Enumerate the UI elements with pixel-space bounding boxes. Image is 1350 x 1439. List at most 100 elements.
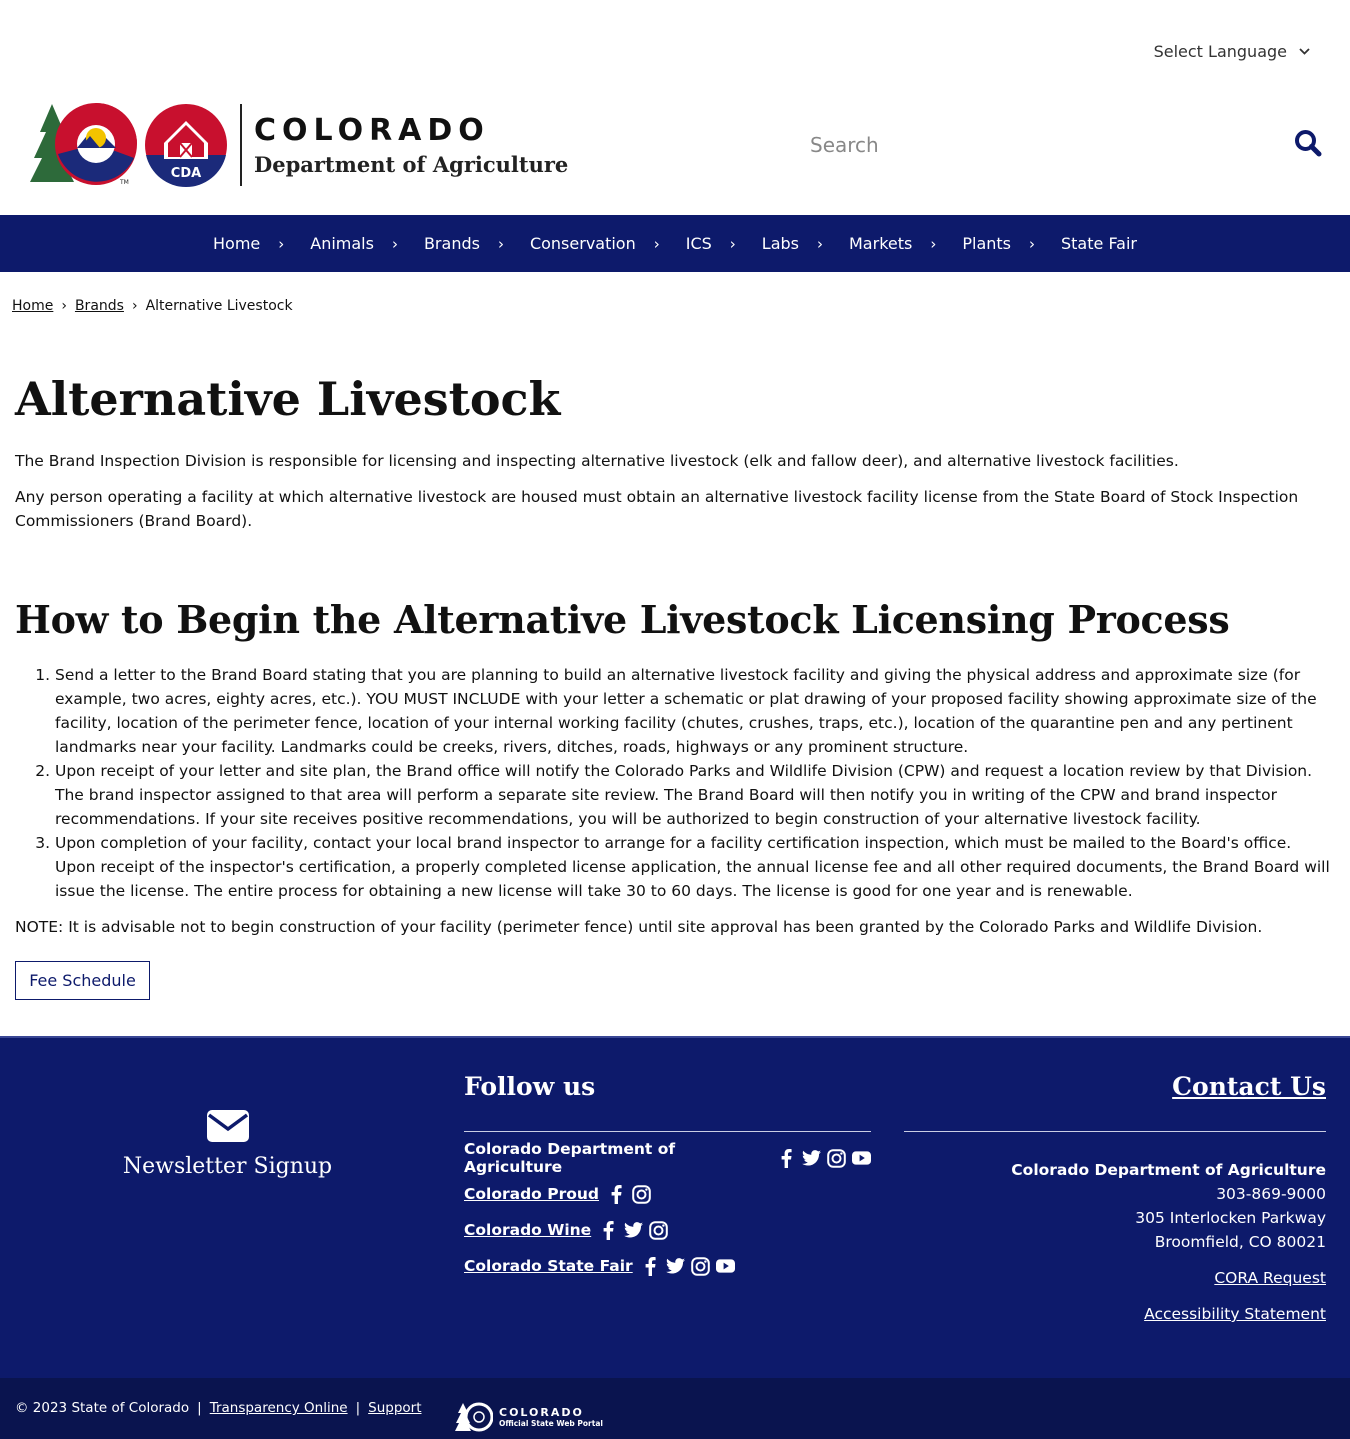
steps-list: Send a letter to the Brand Board stating…	[15, 663, 1335, 903]
list-item: Upon receipt of your letter and site pla…	[55, 759, 1335, 831]
chevron-right-icon: ›	[1029, 234, 1035, 253]
page-title-block: Alternative Livestock	[15, 372, 1335, 426]
nav-item-ics[interactable]: ICS ›	[673, 234, 749, 253]
separator: |	[197, 1400, 202, 1416]
newsletter-label: Newsletter Signup	[122, 1154, 333, 1179]
portal-title: COLORADO	[499, 1406, 584, 1419]
divider	[464, 1131, 871, 1132]
nav-item-label: ICS	[685, 234, 712, 253]
chevron-right-icon: ›	[497, 234, 504, 253]
social-org-link[interactable]: Colorado State Fair	[464, 1257, 633, 1275]
nav-item-label: Labs	[761, 234, 799, 253]
state-portal-logo[interactable]: COLORADO Official State Web Portal	[455, 1402, 603, 1432]
nav-item-label: Plants	[962, 234, 1011, 253]
search-icon[interactable]	[1294, 129, 1322, 157]
social-row-colorado-wine: Colorado Wine	[464, 1220, 871, 1240]
language-select[interactable]: Select Language	[1154, 42, 1310, 61]
nav-item-label: Home	[213, 234, 261, 253]
social-row-state-fair: Colorado State Fair	[464, 1256, 871, 1276]
accessibility-statement-link[interactable]: Accessibility Statement	[904, 1302, 1326, 1326]
breadcrumb-home-link[interactable]: Home	[12, 298, 53, 314]
search-input[interactable]	[810, 133, 1280, 157]
divider	[904, 1131, 1326, 1132]
nav-item-label: State Fair	[1061, 234, 1137, 253]
chevron-right-icon: ›	[278, 234, 285, 253]
nav-item-label: Animals	[310, 234, 374, 253]
list-item: Send a letter to the Brand Board stating…	[55, 663, 1335, 759]
facebook-icon[interactable]	[599, 1220, 618, 1240]
section-title-block: How to Begin the Alternative Livestock L…	[15, 597, 1335, 642]
instagram-icon[interactable]	[632, 1184, 651, 1204]
youtube-icon[interactable]	[852, 1149, 871, 1168]
facebook-icon[interactable]	[641, 1256, 660, 1276]
footer-bottom-bar: © 2023 State of Colorado | Transparency …	[0, 1378, 1350, 1439]
instagram-icon[interactable]	[827, 1148, 846, 1168]
cora-request-link[interactable]: CORA Request	[904, 1266, 1326, 1290]
main-nav: Home › Animals › Brands › Conservation › ICS…	[0, 215, 1350, 272]
intro-paragraph: The Brand Inspection Division is respons…	[15, 452, 1179, 470]
chevron-right-icon: ›	[817, 234, 823, 253]
youtube-icon[interactable]	[715, 1257, 735, 1276]
breadcrumb-current: Alternative Livestock	[145, 298, 293, 314]
instagram-icon[interactable]	[649, 1220, 668, 1240]
fee-schedule-button[interactable]: Fee Schedule	[15, 961, 150, 1000]
facebook-icon[interactable]	[777, 1148, 796, 1168]
nav-item-conservation[interactable]: Conservation ›	[517, 234, 673, 253]
intro-text: The Brand Inspection Division is respons…	[15, 449, 1335, 533]
svg-text:CDA: CDA	[171, 166, 201, 181]
site-logo[interactable]: TM CDA COLORADO Department of Agricultur…	[30, 100, 568, 190]
chevron-right-icon: ›	[61, 298, 67, 314]
social-org-link[interactable]: Colorado Proud	[464, 1185, 599, 1203]
contact-street: 305 Interlocken Parkway	[1135, 1209, 1326, 1227]
newsletter-signup-link[interactable]: Newsletter Signup	[0, 1110, 455, 1179]
nav-item-markets[interactable]: Markets ›	[836, 234, 949, 253]
follow-us-title: Follow us	[464, 1072, 596, 1101]
steps-block: Send a letter to the Brand Board stating…	[15, 663, 1335, 939]
nav-item-label: Markets	[849, 234, 913, 253]
site-footer: Newsletter Signup Follow us Colorado Dep…	[0, 1036, 1350, 1378]
contact-city: Broomfield, CO 80021	[1154, 1233, 1326, 1251]
social-row-colorado-proud: Colorado Proud	[464, 1184, 871, 1204]
copyright-text: © 2023 State of Colorado	[15, 1400, 190, 1416]
chevron-down-icon	[1299, 48, 1310, 55]
list-item: Upon completion of your facility, contac…	[55, 831, 1335, 903]
twitter-icon[interactable]	[665, 1257, 685, 1276]
nav-item-state-fair[interactable]: State Fair	[1048, 234, 1150, 253]
facebook-icon[interactable]	[607, 1184, 626, 1204]
contact-section: Contact Us Colorado Department of Agricu…	[904, 1072, 1326, 1326]
nav-item-label: Brands	[423, 234, 480, 253]
contact-phone: 303-869-9000	[1216, 1185, 1326, 1203]
support-link[interactable]: Support	[368, 1400, 421, 1416]
nav-item-label: Conservation	[529, 234, 636, 253]
portal-subtitle: Official State Web Portal	[499, 1419, 603, 1428]
envelope-icon	[206, 1110, 249, 1142]
contact-org: Colorado Department of Agriculture	[1011, 1161, 1326, 1179]
nav-item-brands[interactable]: Brands ›	[411, 234, 517, 253]
twitter-icon[interactable]	[624, 1221, 644, 1240]
logo-wordmark: COLORADO Department of Agriculture	[254, 113, 568, 177]
chevron-right-icon: ›	[729, 234, 736, 253]
twitter-icon[interactable]	[802, 1149, 821, 1168]
social-org-name: Colorado Department of Agriculture	[464, 1140, 676, 1176]
follow-us-section: Follow us Colorado Department of Agricul…	[464, 1072, 871, 1276]
instagram-icon[interactable]	[690, 1256, 710, 1276]
breadcrumb-brands-link[interactable]: Brands	[75, 298, 124, 314]
contact-address: Colorado Department of Agriculture 303-8…	[904, 1158, 1326, 1254]
nav-item-home[interactable]: Home ›	[200, 234, 297, 253]
logo-divider	[240, 104, 242, 186]
section-title: How to Begin the Alternative Livestock L…	[15, 597, 1230, 642]
contact-us-link[interactable]: Contact Us	[1172, 1072, 1326, 1101]
svg-text:TM: TM	[119, 179, 129, 186]
colorado-c-logo-icon: TM	[30, 103, 137, 186]
logo-department-text: Department of Agriculture	[254, 152, 569, 177]
site-search	[810, 125, 1330, 165]
nav-item-plants[interactable]: Plants ›	[949, 234, 1048, 253]
footer-divider	[0, 1036, 1350, 1038]
intro-paragraph: Any person operating a facility at which…	[15, 488, 1299, 530]
social-org-link[interactable]: Colorado Wine	[464, 1221, 591, 1239]
transparency-online-link[interactable]: Transparency Online	[210, 1400, 348, 1416]
note-paragraph: NOTE: It is advisable not to begin const…	[15, 918, 1263, 936]
nav-item-labs[interactable]: Labs ›	[749, 234, 836, 253]
nav-item-animals[interactable]: Animals ›	[297, 234, 411, 253]
chevron-right-icon: ›	[131, 298, 138, 314]
